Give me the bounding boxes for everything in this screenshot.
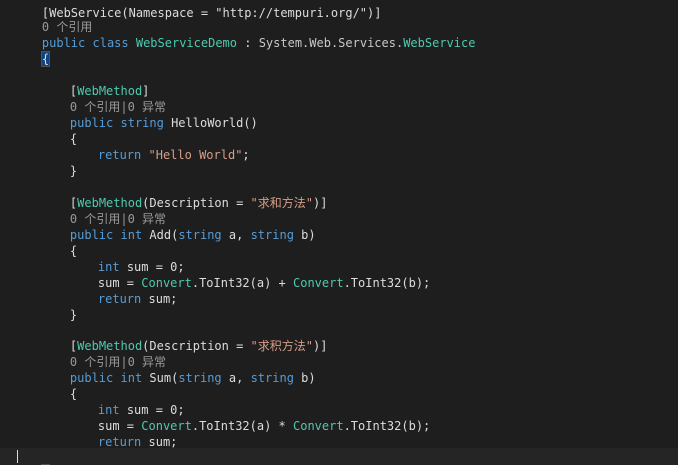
current-line-highlight [0,448,678,465]
arg-a: (a) [249,419,279,433]
attribute-cut-text: [WebService(Namespace = "http://tempuri.… [41,6,382,20]
attribute-end: )] [313,196,328,210]
code-editor[interactable]: [WebService(Namespace = "http://tempuri.… [0,0,678,465]
arg-b: (b); [401,419,431,433]
arg-a: (a) [249,276,279,290]
method-open-brace: { [41,370,77,401]
param-b: b) [293,371,316,385]
return-value: sum; [141,435,178,449]
statement-int-sum: int sum = 0; [69,386,185,417]
keyword-return: return [97,435,142,449]
class-name: WebServiceDemo [135,36,238,50]
keyword-class: class [92,36,129,50]
method-signature-helloworld: public string HelloWorld() [41,99,258,130]
string-literal: "Hello World" [148,148,243,162]
keyword-return: return [97,292,142,306]
class-close-brace: } [13,448,51,465]
method-open-brace: { [41,115,77,146]
arg-b: (b); [401,276,431,290]
semicolon: ; [242,148,250,162]
description-string: "求积方法" [250,339,313,353]
codelens-method-1[interactable]: 0 个引用|0 异常 [41,83,166,114]
operator-multiply: * [278,419,293,433]
keyword-string: string [250,371,294,385]
param-a: a, [221,228,251,242]
method-name: Add( [142,228,179,242]
brace-close: } [69,308,78,322]
keyword-return: return [97,148,142,162]
method-name: Sum( [142,371,179,385]
statement-sum-add: sum = Convert.ToInt32(a) + Convert.ToInt… [69,259,430,290]
method-toint32: .ToInt32 [191,419,250,433]
description-string: "求和方法" [250,196,313,210]
class-open-brace: { [13,35,51,67]
brace-open-highlighted: { [40,51,51,67]
namespace: System.Web.Services. [258,36,404,50]
return-sum: return sum; [69,275,177,306]
base-class-name: WebService [403,36,476,50]
colon: : [237,36,259,50]
keyword-string: string [250,228,294,242]
method-toint32: .ToInt32 [343,276,402,290]
statement-sum-multiply: sum = Convert.ToInt32(a) * Convert.ToInt… [69,402,430,433]
text-caret [17,450,18,463]
return-value: sum; [141,292,178,306]
method-open-brace: { [41,227,77,258]
brace-close: } [69,164,78,178]
param-b: b) [293,228,316,242]
attribute-webmethod-2: [WebMethod(Description = "求和方法")] [41,179,328,210]
method-signature-sum: public int Sum(string a, string b) [41,354,316,385]
method-close-brace: } [41,291,77,322]
method-signature-add: public int Add(string a, string b) [41,211,316,242]
keyword-int: int [120,228,143,242]
codelens-class[interactable]: 0 个引用 [13,3,92,34]
type-convert: Convert [293,276,344,290]
type-convert: Convert [293,419,344,433]
keyword-string: string [120,116,164,130]
keyword-int: int [120,371,143,385]
statement-int-sum: int sum = 0; [69,243,185,274]
method-toint32: .ToInt32 [191,276,250,290]
codelens-method-2[interactable]: 0 个引用|0 异常 [41,195,166,226]
keyword-string: string [178,371,222,385]
attribute-webmethod-1: [WebMethod] [41,67,150,98]
attribute-webmethod-3: [WebMethod(Description = "求积方法")] [41,322,328,353]
return-statement: return "Hello World"; [69,131,250,162]
codelens-method-3[interactable]: 0 个引用|0 异常 [41,338,166,369]
operator-plus: + [278,276,293,290]
keyword-string: string [178,228,222,242]
method-close-brace: } [41,147,77,178]
return-sum: return sum; [69,418,177,449]
attribute-end: )] [313,339,328,353]
param-a: a, [221,371,251,385]
method-name: HelloWorld() [163,116,258,130]
method-toint32: .ToInt32 [343,419,402,433]
class-declaration: public class WebServiceDemo : System.Web… [13,19,476,50]
